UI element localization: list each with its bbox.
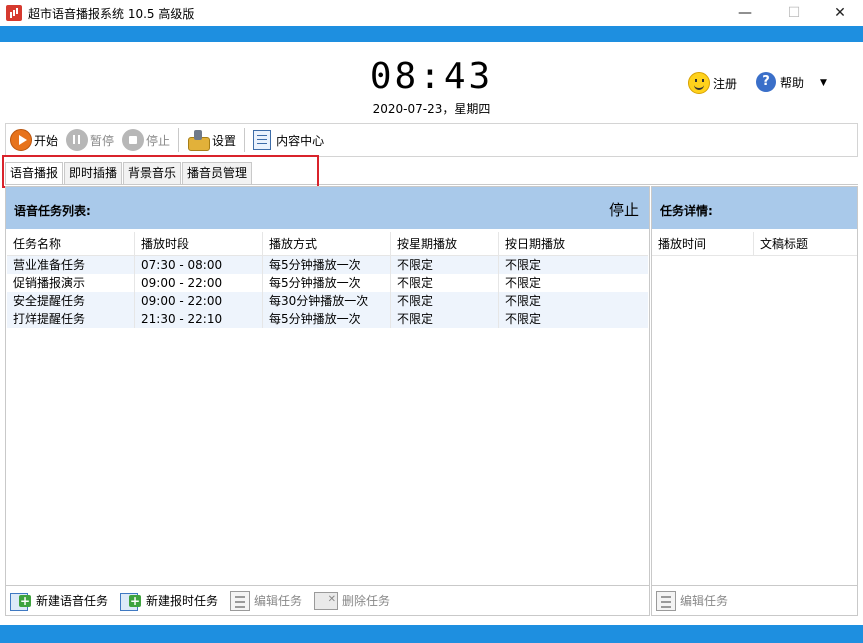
task-detail-footer: 编辑任务 [652,585,857,615]
content-center-label: 内容中心 [276,133,325,148]
table-cell: 促销播报演示 [7,274,135,292]
pause-label: 暂停 [90,133,115,148]
task-detail-panel: 任务详情: 播放时间 文稿标题 编辑任务 [651,186,858,616]
table-row[interactable]: 营业准备任务 07:30 - 08:00 每5分钟播放一次 不限定 不限定 [7,256,648,274]
close-button[interactable]: ✕ [817,0,863,26]
new-time-task-label: 新建报时任务 [146,594,219,608]
table-header-row: 任务名称 播放时段 播放方式 按星期播放 按日期播放 [7,232,648,256]
date-display: 2020-07-23，星期四 [372,102,491,116]
delete-task-label: 删除任务 [342,594,391,608]
chevron-down-icon[interactable]: ▼ [820,78,827,88]
task-list-panel: 语音任务列表: 停止 任务名称 播放时段 播放方式 按星期播放 按日期播放 营业… [5,186,650,616]
table-row[interactable]: 打烊提醒任务 21:30 - 22:10 每5分钟播放一次 不限定 不限定 [7,310,648,328]
start-button[interactable]: 开始 [6,125,62,155]
table-cell: 每5分钟播放一次 [263,274,391,292]
pause-button[interactable]: 暂停 [62,125,118,155]
table-cell: 不限定 [505,258,542,272]
table-cell: 安全提醒任务 [7,292,135,310]
column-header[interactable]: 按日期播放 [499,232,648,255]
column-header[interactable]: 任务名称 [7,232,135,255]
register-label: 注册 [713,76,738,91]
table-cell: 不限定 [391,310,499,328]
stop-label: 停止 [146,133,171,148]
help-label: 帮助 [780,75,805,90]
help-button[interactable]: ? 帮助 [756,72,804,92]
table-cell: 每5分钟播放一次 [263,310,391,328]
header: 08:43 2020-07-23，星期四 注册 ? 帮助 ▼ [0,42,863,120]
play-icon [10,129,32,151]
bottom-accent-band [0,625,863,643]
table-cell: 21:30 - 22:10 [135,310,263,328]
smiley-icon [688,72,710,94]
minimize-button[interactable]: — [722,0,768,26]
edit-task-button[interactable]: 编辑任务 [230,590,303,611]
toolbar-divider [244,128,246,152]
task-detail-header: 任务详情: [652,187,857,229]
table-cell: 不限定 [391,274,499,292]
table-cell: 不限定 [505,294,542,308]
edit-list-icon [230,590,251,611]
table-cell: 07:30 - 08:00 [135,256,263,274]
task-table: 任务名称 播放时段 播放方式 按星期播放 按日期播放 营业准备任务 07:30 … [7,232,648,328]
new-voice-task-label: 新建语音任务 [36,594,109,608]
delete-task-button[interactable]: 删除任务 [314,591,391,610]
document-icon [253,130,272,150]
app-logo-icon [6,5,22,21]
settings-button[interactable]: 设置 [183,125,240,155]
start-label: 开始 [34,133,59,148]
table-cell: 不限定 [505,312,542,326]
top-accent-band [0,26,863,42]
pause-icon [66,129,89,151]
column-header[interactable]: 播放方式 [263,232,391,255]
add-task-icon [10,592,32,611]
content-center-button[interactable]: 内容中心 [249,125,328,155]
settings-label: 设置 [212,133,237,148]
title-bar: 超市语音播报系统 10.5 高级版 — ☐ ✕ [0,0,863,26]
task-list-header: 语音任务列表: 停止 [6,187,649,229]
new-time-task-button[interactable]: 新建报时任务 [120,592,219,611]
detail-edit-task-button[interactable]: 编辑任务 [656,590,729,611]
table-cell: 每30分钟播放一次 [263,292,391,310]
edit-task-label: 编辑任务 [254,594,303,608]
edit-list-icon [656,590,676,611]
window-title: 超市语音播报系统 10.5 高级版 [28,7,195,21]
detail-edit-task-label: 编辑任务 [680,594,729,608]
settings-icon [187,129,211,151]
task-list-footer: 新建语音任务 新建报时任务 编辑任务 删除任务 [6,585,649,615]
detail-header-row: 播放时间 文稿标题 [652,232,857,256]
table-row[interactable]: 安全提醒任务 09:00 - 22:00 每30分钟播放一次 不限定 不限定 [7,292,648,310]
table-cell: 不限定 [391,292,499,310]
delete-icon [314,591,339,610]
playback-status: 停止 [608,201,639,219]
help-icon: ? [756,72,776,92]
stop-button[interactable]: 停止 [118,125,174,155]
stop-icon [122,129,145,151]
column-header[interactable]: 文稿标题 [754,232,856,255]
toolbar-divider [178,128,180,152]
table-cell: 不限定 [505,276,542,290]
table-row[interactable]: 促销播报演示 09:00 - 22:00 每5分钟播放一次 不限定 不限定 [7,274,648,292]
add-task-icon [120,592,142,611]
column-header[interactable]: 播放时段 [135,232,263,255]
task-detail-title: 任务详情: [660,204,713,218]
column-header[interactable]: 按星期播放 [391,232,499,255]
table-cell: 营业准备任务 [7,256,135,274]
table-cell: 每5分钟播放一次 [263,256,391,274]
register-button[interactable]: 注册 [688,72,737,94]
table-cell: 不限定 [391,256,499,274]
maximize-button[interactable]: ☐ [771,0,817,26]
new-voice-task-button[interactable]: 新建语音任务 [10,592,109,611]
main-toolbar: 开始 暂停 停止 设置 内容中心 [5,123,858,157]
tab-highlight-box [2,155,319,188]
task-list-title: 语音任务列表: [14,204,91,218]
table-cell: 打烊提醒任务 [7,310,135,328]
table-cell: 09:00 - 22:00 [135,292,263,310]
table-cell: 09:00 - 22:00 [135,274,263,292]
column-header[interactable]: 播放时间 [652,232,754,255]
